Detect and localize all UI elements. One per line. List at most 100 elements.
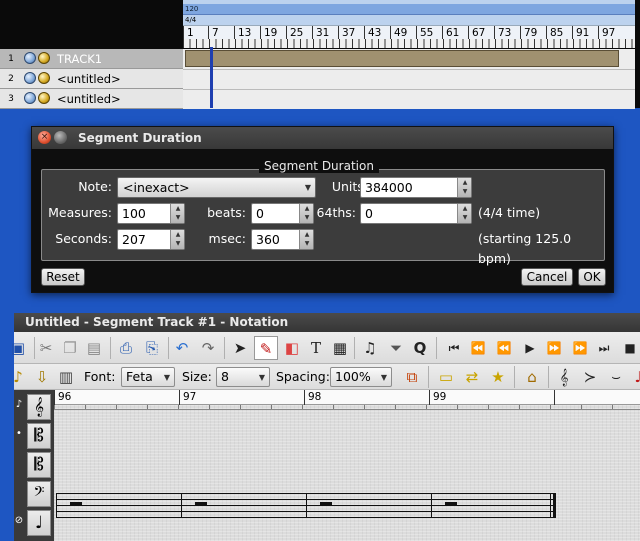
spin-up-icon[interactable]: ▲: [171, 230, 185, 239]
whole-rest[interactable]: [445, 502, 457, 506]
mute-led-icon[interactable]: [24, 52, 36, 64]
measures-input[interactable]: 100 ▲ ▼: [117, 203, 185, 224]
save-icon[interactable]: ▣: [6, 336, 30, 360]
score-canvas[interactable]: 96 97 98 99: [54, 390, 640, 541]
rewind-to-start-icon[interactable]: ⏮: [442, 336, 466, 360]
stop-icon[interactable]: ■: [618, 336, 640, 360]
tempo-ruler[interactable]: 120: [183, 4, 635, 15]
units-input[interactable]: 384000 ▲ ▼: [360, 177, 472, 198]
spin-up-icon[interactable]: ▲: [300, 230, 314, 239]
ok-button[interactable]: OK: [578, 268, 606, 286]
seconds-input[interactable]: 207 ▲ ▼: [117, 229, 185, 250]
beats-input[interactable]: 0 ▲ ▼: [251, 203, 314, 224]
note-icon[interactable]: ♩: [626, 365, 640, 389]
bar-ruler[interactable]: 120 4/4 1 7 13 19 25 31 37 43 49 55 61 6…: [183, 0, 635, 48]
tool-a-icon[interactable]: ♪: [6, 365, 30, 389]
bar-numbers[interactable]: 1 7 13 19 25 31 37 43 49 55 61 67 73 79 …: [183, 25, 635, 40]
slur-icon[interactable]: ⌣: [604, 365, 628, 389]
msec-spinner[interactable]: ▲ ▼: [299, 230, 313, 249]
text-tool-icon[interactable]: T: [304, 336, 328, 360]
forward-to-end-icon[interactable]: ⏭: [592, 336, 616, 360]
record-led-icon[interactable]: [38, 52, 50, 64]
size-select[interactable]: 8 ▼: [216, 367, 270, 387]
mute-led-icon[interactable]: [24, 92, 36, 104]
rewind-icon[interactable]: ⏪: [466, 336, 490, 360]
segment-block[interactable]: [185, 50, 619, 67]
spin-up-icon[interactable]: ▲: [458, 204, 472, 213]
filter-icon[interactable]: ⏷: [384, 336, 408, 360]
spacing-select[interactable]: 100% ▼: [330, 367, 392, 387]
measures-spinner[interactable]: ▲ ▼: [170, 204, 184, 223]
ornament-icon[interactable]: 𝄞: [552, 365, 576, 389]
print-preview-icon[interactable]: ⎘: [140, 336, 164, 360]
forward-icon[interactable]: ⏩: [568, 336, 592, 360]
redo-icon[interactable]: ↷: [196, 336, 220, 360]
layout-icon[interactable]: ⧉: [400, 365, 424, 389]
note-select[interactable]: <inexact> ▼: [117, 177, 316, 198]
undo-icon[interactable]: ↶: [170, 336, 194, 360]
track-row-2[interactable]: 2 <untitled>: [0, 69, 183, 89]
symbol-tool-icon[interactable]: ♫: [358, 336, 382, 360]
whole-rest[interactable]: [195, 502, 207, 506]
spin-up-icon[interactable]: ▲: [458, 178, 472, 187]
font-select[interactable]: Feta ▼: [121, 367, 175, 387]
alto-clef-icon[interactable]: 𝄡: [27, 423, 51, 449]
notation-ruler[interactable]: 96 97 98 99: [54, 390, 640, 405]
spin-down-icon[interactable]: ▼: [458, 213, 472, 222]
spin-down-icon[interactable]: ▼: [171, 239, 185, 248]
record-led-icon[interactable]: [38, 72, 50, 84]
continuous-layout-icon[interactable]: ⇄: [460, 365, 484, 389]
whole-rest[interactable]: [320, 502, 332, 506]
hairpin-icon[interactable]: ≻: [578, 365, 602, 389]
track-name[interactable]: <untitled>: [57, 91, 121, 107]
track-row-1[interactable]: 1 TRACK1: [0, 49, 183, 69]
record-led-icon[interactable]: [38, 92, 50, 104]
reset-button[interactable]: Reset: [41, 268, 85, 286]
spin-up-icon[interactable]: ▲: [171, 204, 185, 213]
minimize-icon[interactable]: [54, 131, 67, 144]
linear-layout-icon[interactable]: ▭: [434, 365, 458, 389]
tool-c-icon[interactable]: ▥: [54, 365, 78, 389]
spin-down-icon[interactable]: ▼: [300, 239, 314, 248]
draw-pencil-icon[interactable]: ✎: [254, 336, 278, 360]
dialog-titlebar[interactable]: × Segment Duration: [32, 127, 613, 149]
staff[interactable]: [56, 493, 556, 519]
units-spinner[interactable]: ▲ ▼: [457, 178, 471, 197]
spin-down-icon[interactable]: ▼: [458, 187, 472, 196]
page-layout-icon[interactable]: ★: [486, 365, 510, 389]
tool-b-icon[interactable]: ⇩: [30, 365, 54, 389]
paste-icon[interactable]: ▤: [82, 336, 106, 360]
fast-forward-icon[interactable]: ⏩: [542, 336, 566, 360]
print-icon[interactable]: ⎙: [114, 336, 138, 360]
play-icon[interactable]: ▶: [518, 336, 542, 360]
copy-icon[interactable]: ❐: [58, 336, 82, 360]
select-arrow-icon[interactable]: ➤: [228, 336, 252, 360]
bass-clef-icon[interactable]: 𝄢: [27, 481, 51, 507]
quantize-icon[interactable]: Q: [408, 336, 432, 360]
sixtyfourths-value: 0: [365, 206, 373, 221]
cut-icon[interactable]: ✂: [34, 336, 58, 360]
treble-clef-icon[interactable]: 𝄞: [27, 394, 51, 420]
spin-down-icon[interactable]: ▼: [171, 213, 185, 222]
track-name[interactable]: TRACK1: [57, 51, 102, 67]
sixtyfourths-spinner[interactable]: ▲ ▼: [457, 204, 471, 223]
mute-led-icon[interactable]: [24, 72, 36, 84]
track-name[interactable]: <untitled>: [57, 71, 121, 87]
beats-spinner[interactable]: ▲ ▼: [299, 204, 313, 223]
seconds-spinner[interactable]: ▲ ▼: [170, 230, 184, 249]
cancel-button[interactable]: Cancel: [521, 268, 573, 286]
close-icon[interactable]: ×: [38, 131, 51, 144]
erase-icon[interactable]: ◧: [280, 336, 304, 360]
track-row-3[interactable]: 3 <untitled>: [0, 89, 183, 109]
fast-rewind-icon[interactable]: ⏪: [492, 336, 516, 360]
msec-input[interactable]: 360 ▲ ▼: [251, 229, 314, 250]
notation-titlebar[interactable]: Untitled - Segment Track #1 - Notation: [14, 313, 640, 332]
tenor-clef-icon[interactable]: 𝄡: [27, 452, 51, 478]
notes-palette-icon[interactable]: ♩: [27, 510, 51, 536]
guitar-chord-icon[interactable]: ▦: [328, 336, 352, 360]
whole-rest[interactable]: [70, 502, 82, 506]
segment-canvas[interactable]: [183, 49, 635, 109]
marker-icon[interactable]: ⌂: [520, 365, 544, 389]
sixtyfourths-input[interactable]: 0 ▲ ▼: [360, 203, 472, 224]
playback-pointer[interactable]: [210, 47, 213, 108]
